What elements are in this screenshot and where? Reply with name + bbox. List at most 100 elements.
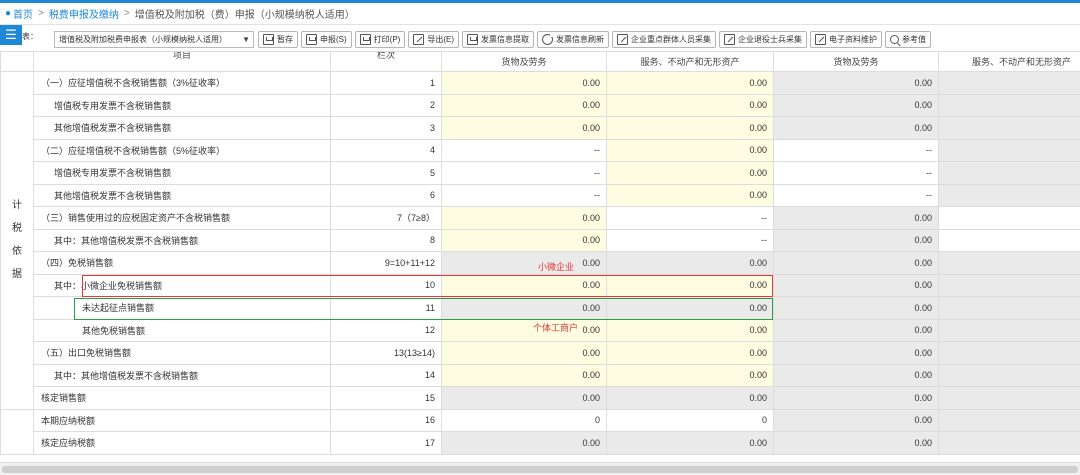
cell-services-current[interactable]: 0.00 <box>606 318 774 342</box>
cell-goods-ytd: 0.00 <box>773 93 939 117</box>
table-row: 核定销售额 15 0.00 0.00 0.00 0 <box>1 386 1080 410</box>
cell-goods-ytd: 0.00 <box>773 228 939 252</box>
cell-services-ytd: 0 <box>938 363 1080 387</box>
breadcrumb-separator: > <box>38 8 44 19</box>
form-select[interactable]: 增值税及附加税费申报表（小规模纳税人适用） ▼ <box>54 31 254 48</box>
breadcrumb-home[interactable]: 首页 <box>13 6 33 21</box>
cell-goods-ytd: 0.00 <box>773 318 939 342</box>
save-button[interactable]: 暂存 <box>258 31 298 48</box>
cell-services-ytd <box>938 206 1080 230</box>
row-line: 9=10+11+12 <box>330 251 442 275</box>
cell-services-ytd: 0 <box>938 341 1080 365</box>
row-line: 17 <box>330 431 442 455</box>
cell-services-current[interactable]: 0.00 <box>606 183 774 207</box>
row-line: 7（7≥8） <box>330 206 442 230</box>
caret-down-icon: ▼ <box>242 35 250 44</box>
menu-icon[interactable]: ☰ <box>0 25 22 45</box>
cell-goods-current[interactable]: 0.00 <box>441 93 607 117</box>
cell-goods-current: -- <box>441 138 607 162</box>
veteran-collection-button[interactable]: 企业退役士兵采集 <box>719 31 808 48</box>
category-char: 税 <box>12 223 22 235</box>
cell-goods-ytd: 0.00 <box>773 431 939 455</box>
cell-services-current: 0 <box>606 408 774 432</box>
row-line: 6 <box>330 183 442 207</box>
row-line: 1 <box>330 71 442 95</box>
cell-goods-current: -- <box>441 161 607 185</box>
cell-goods-current[interactable]: 0.00 <box>441 341 607 365</box>
cell-services-ytd: 0 <box>938 183 1080 207</box>
declare-button[interactable]: 申报(S) <box>301 31 352 48</box>
cell-services-current[interactable]: 0.00 <box>606 93 774 117</box>
declaration-grid: 项目 栏次 货物及劳务 服务、不动产和无形资产 货物及劳务 服务、不动产和无形资… <box>0 51 1080 455</box>
cell-goods-ytd: 0.00 <box>773 251 939 275</box>
table-row: 其中：其他增值税发票不含税销售额 8 0.00 -- 0.00 <box>1 228 1080 252</box>
table-row: 核定应纳税额 17 0.00 0.00 0.00 0 <box>1 431 1080 455</box>
cell-goods-ytd: -- <box>773 138 939 162</box>
cell-goods-current[interactable]: 0.00 <box>441 206 607 230</box>
cell-services-current[interactable]: 0.00 <box>606 341 774 365</box>
cell-goods-ytd: 0.00 <box>773 116 939 140</box>
cell-services-ytd: 0 <box>938 138 1080 162</box>
cell-services-current[interactable]: 0.00 <box>606 161 774 185</box>
group-personnel-button[interactable]: 企业重点群体人员采集 <box>612 31 717 48</box>
cell-services-ytd: 0 <box>938 386 1080 410</box>
form-select-label: 表： <box>22 32 38 41</box>
fetch-invoice-button[interactable]: 发票信息提取 <box>462 31 535 48</box>
cell-services-current: 0.00 <box>606 386 774 410</box>
cell-goods-current: -- <box>441 183 607 207</box>
row-label: 本期应纳税额 <box>33 408 331 432</box>
print-button[interactable]: 打印(P) <box>354 31 406 48</box>
category-char: 依 <box>12 246 22 258</box>
cell-services-ytd: 0 <box>938 318 1080 342</box>
row-label: 其中：其他增值税发票不含税销售额 <box>33 363 331 387</box>
cell-goods-current[interactable]: 0.00 <box>441 318 607 342</box>
edit-icon <box>815 34 827 45</box>
export-button[interactable]: 导出(E) <box>408 31 460 48</box>
refresh-invoice-button[interactable]: 发票信息刷新 <box>537 31 610 48</box>
header-col-goods-ytd: 货物及劳务 <box>773 51 939 72</box>
breadcrumb-tax-declaration[interactable]: 税费申报及缴纳 <box>49 6 119 21</box>
reference-value-button-label: 参考值 <box>902 35 927 44</box>
cell-goods-current: 0.00 <box>441 386 607 410</box>
scrollbar-thumb[interactable] <box>2 466 1078 473</box>
row-line: 14 <box>330 363 442 387</box>
row-line: 12 <box>330 318 442 342</box>
cell-services-current: -- <box>606 206 774 230</box>
horizontal-scrollbar[interactable] <box>0 462 1080 475</box>
cell-goods-current[interactable]: 0.00 <box>441 363 607 387</box>
group-personnel-button-label: 企业重点群体人员采集 <box>631 35 712 44</box>
print-button-label: 打印(P) <box>373 35 401 44</box>
tax-amount-category <box>0 408 34 455</box>
refresh-icon <box>542 33 555 45</box>
veteran-collection-button-label: 企业退役士兵采集 <box>738 35 803 44</box>
cell-services-current[interactable]: 0.00 <box>606 363 774 387</box>
table-row: 其他增值税发票不含税销售额 3 0.00 0.00 0.00 0 <box>1 116 1080 140</box>
cell-goods-current[interactable]: 0.00 <box>441 228 607 252</box>
header-col-goods-current: 货物及劳务 <box>441 51 607 72</box>
docs-maintenance-button-label: 电子资料维护 <box>829 35 878 44</box>
breadcrumb-separator: > <box>123 8 130 19</box>
cell-goods-current[interactable]: 0.00 <box>441 71 607 95</box>
export-button-label: 导出(E) <box>427 35 455 44</box>
cell-services-current[interactable]: 0.00 <box>606 71 774 95</box>
cell-services-current[interactable]: 0.00 <box>606 138 774 162</box>
tax-basis-category: 计 税 依 据 <box>0 71 34 410</box>
row-line: 4 <box>330 138 442 162</box>
row-line: 15 <box>330 386 442 410</box>
cell-goods-ytd: -- <box>773 183 939 207</box>
cell-goods-current[interactable]: 0.00 <box>441 116 607 140</box>
table-row: （五）出口免税销售额 13(13≥14) 0.00 0.00 0.00 0 <box>1 341 1080 365</box>
declaration-table: 项目 栏次 货物及劳务 服务、不动产和无形资产 货物及劳务 服务、不动产和无形资… <box>0 51 1080 455</box>
row-label: 核定销售额 <box>33 386 331 410</box>
reference-value-button[interactable]: 参考值 <box>885 31 932 48</box>
row-label: 其他增值税发票不含税销售额 <box>33 116 331 140</box>
table-row: 计 税 依 据 （一）应征增值税不含税销售额（3%征收率） 1 0.00 0.0… <box>0 71 1080 410</box>
cell-services-current[interactable]: 0.00 <box>606 116 774 140</box>
cell-services-current: -- <box>606 228 774 252</box>
breadcrumb-current-page: 增值税及附加税（费）申报（小规模纳税人适用） <box>134 10 355 21</box>
row-line: 8 <box>330 228 442 252</box>
cell-goods-ytd: 0.00 <box>773 273 939 297</box>
docs-maintenance-button[interactable]: 电子资料维护 <box>810 31 883 48</box>
save-icon <box>263 34 274 45</box>
header-item: 项目 <box>33 51 331 72</box>
